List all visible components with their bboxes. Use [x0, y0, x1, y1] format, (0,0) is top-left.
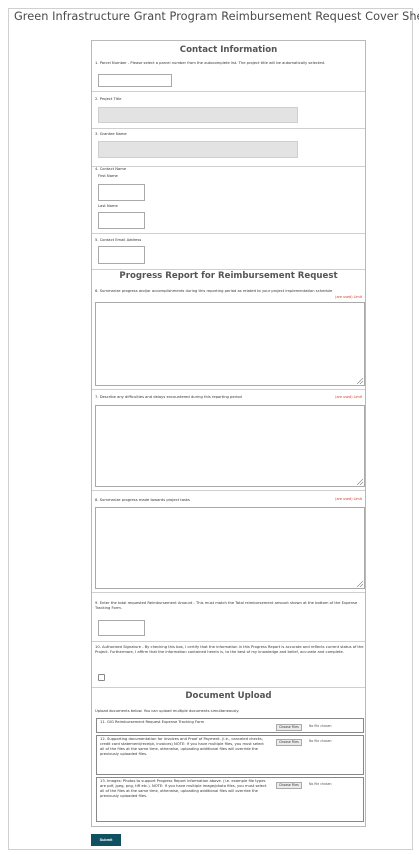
last-name-label: Last Name — [98, 204, 118, 208]
progress-report-header: Progress Report for Reimbursement Reques… — [119, 271, 338, 281]
choose-files-button[interactable]: Choose Files — [276, 724, 302, 731]
page-title: Green Infrastructure Grant Program Reimb… — [14, 10, 419, 23]
q8-textarea[interactable] — [95, 507, 365, 589]
parcel-number-label: 1. Parcel Number - Please select a parce… — [95, 61, 326, 65]
contact-name-section: 4. Contact Name First Name Last Name — [92, 167, 365, 234]
q8-label: 8. Summarize progress made towards proje… — [95, 498, 190, 502]
project-title-label: 2. Project Title — [95, 97, 122, 101]
q8-section: 8. Summarize progress made towards proje… — [92, 491, 365, 593]
choose-files-button[interactable]: Choose Files — [276, 782, 302, 789]
q10-section: 10. Authorized Signature - By checking t… — [92, 642, 365, 688]
q6-label: 6. Summarize progress and/or accomplishm… — [95, 289, 333, 293]
upload-item-11: 11. GIG Reimbursement Request Expense Tr… — [96, 718, 364, 733]
q6-section: Progress Report for Reimbursement Reques… — [92, 270, 365, 390]
grantee-name-label: 3. Grantee Name — [95, 132, 127, 136]
q7-section: 7. Describe any difficulties and delays … — [92, 390, 365, 491]
q6-textarea[interactable] — [95, 302, 365, 386]
reimbursement-amount-input[interactable] — [98, 620, 145, 636]
q10-label: 10. Authorized Signature - By checking t… — [95, 645, 364, 654]
reimbursement-form: Contact Information 1. Parcel Number - P… — [91, 40, 366, 827]
upload-intro: Upload documents below. You can upload m… — [95, 709, 240, 713]
q9-label: 9. Enter the total requested Reimburseme… — [95, 601, 358, 610]
parcel-section: Contact Information 1. Parcel Number - P… — [92, 41, 365, 92]
q7-limit-note: (are used) Limit — [335, 395, 362, 399]
q7-textarea[interactable] — [95, 405, 365, 487]
resize-grip-icon[interactable] — [357, 581, 363, 587]
q6-limit-note: (are used) Limit — [335, 295, 362, 299]
document-upload-section: Document Upload Upload documents below. … — [92, 688, 365, 827]
choose-files-button[interactable]: Choose Files — [276, 739, 302, 746]
resize-grip-icon[interactable] — [357, 378, 363, 384]
email-input[interactable] — [98, 246, 145, 264]
signature-checkbox[interactable] — [98, 674, 105, 681]
upload-item-13-label: 13. Images: Photos to support Progress R… — [100, 779, 267, 798]
project-title-field — [98, 107, 298, 123]
upload-item-12: 12. Supporting documentation for invoice… — [96, 735, 364, 775]
q8-limit-note: (are used) Limit — [335, 497, 362, 501]
q9-section: 9. Enter the total requested Reimburseme… — [92, 593, 365, 642]
contact-info-header: Contact Information — [179, 45, 278, 55]
first-name-input[interactable] — [98, 184, 145, 201]
resize-grip-icon[interactable] — [357, 479, 363, 485]
q7-label: 7. Describe any difficulties and delays … — [95, 395, 242, 399]
document-upload-header: Document Upload — [185, 691, 272, 701]
last-name-input[interactable] — [98, 212, 145, 229]
project-title-section: 2. Project Title — [92, 92, 365, 129]
upload-item-11-label: 11. GIG Reimbursement Request Expense Tr… — [100, 720, 205, 724]
no-file-status: No file chosen — [309, 739, 332, 743]
parcel-number-input[interactable] — [98, 74, 172, 87]
submit-button[interactable]: Submit — [91, 834, 121, 846]
no-file-status: No file chosen — [309, 724, 332, 728]
grantee-section: 3. Grantee Name — [92, 129, 365, 167]
no-file-status: No file chosen — [309, 782, 332, 786]
upload-item-13: 13. Images: Photos to support Progress R… — [96, 777, 364, 822]
first-name-label: First Name — [98, 174, 118, 178]
upload-item-12-label: 12. Supporting documentation for invoice… — [100, 737, 264, 756]
email-label: 5. Contact Email Address — [95, 238, 142, 242]
email-section: 5. Contact Email Address — [92, 234, 365, 270]
grantee-name-field — [98, 141, 298, 158]
contact-name-label: 4. Contact Name — [95, 167, 127, 171]
